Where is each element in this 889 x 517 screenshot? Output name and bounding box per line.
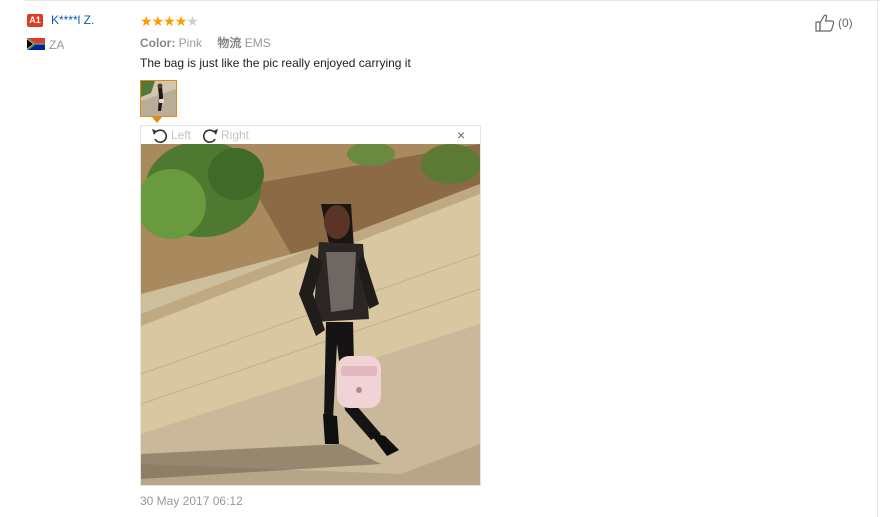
review-photo [141, 144, 480, 485]
helpful-button[interactable]: (0) [815, 14, 853, 32]
star-icon: ★ [163, 13, 176, 29]
right-divider [877, 0, 878, 517]
close-icon[interactable]: × [457, 128, 465, 142]
thumbs-up-icon [815, 14, 835, 32]
star-rating: ★★★★★ [140, 13, 199, 29]
rotate-left-button[interactable]: Left [150, 126, 191, 144]
helpful-count: (0) [838, 16, 853, 30]
rotate-left-label: Left [171, 128, 192, 142]
za-flag-icon [27, 38, 45, 50]
star-icon: ★ [174, 13, 188, 29]
review-text: The bag is just like the pic really enjo… [140, 56, 411, 70]
review-date: 30 May 2017 06:12 [140, 494, 243, 508]
photo-viewer: Left Right × [140, 125, 481, 486]
shipping-label: 物流 [217, 36, 242, 50]
order-attributes: Color: Pink 物流 EMS [140, 34, 271, 51]
top-divider [25, 0, 880, 1]
star-icon: ★ [140, 13, 153, 29]
thumbnail-pointer [152, 117, 162, 123]
review-photo-thumbnail[interactable] [140, 80, 177, 117]
rotate-left-icon [152, 129, 168, 143]
buyer-level-badge: A1 [27, 14, 43, 27]
color-value: Pink [178, 36, 203, 50]
shipping-value: EMS [244, 36, 271, 50]
star-empty-icon: ★ [186, 13, 199, 29]
color-label: Color: [140, 36, 176, 50]
rotate-right-icon [202, 129, 218, 143]
rotate-right-label: Right [221, 128, 250, 142]
reviewer-name[interactable]: K****l Z. [51, 13, 94, 27]
star-icon: ★ [151, 13, 165, 29]
rotate-right-button[interactable]: Right [200, 126, 249, 144]
reviewer-country: ZA [49, 38, 65, 52]
